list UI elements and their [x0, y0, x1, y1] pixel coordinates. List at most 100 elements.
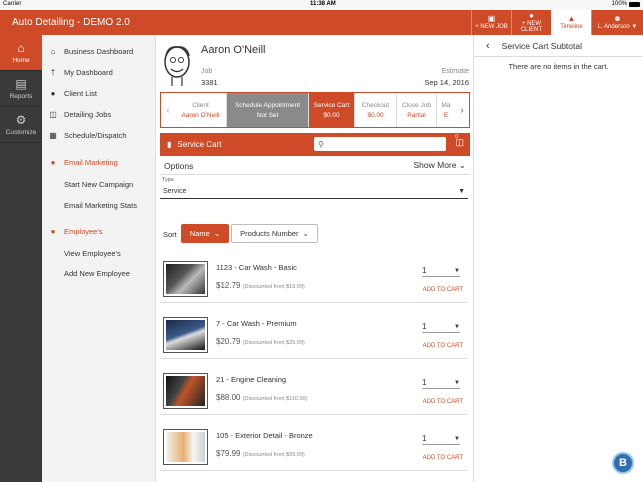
nav-reports[interactable]: ▤ Reports	[0, 71, 42, 107]
product-thumbnail	[163, 373, 208, 409]
empty-cart-message: There are no items in the cart.	[508, 62, 609, 71]
new-job-label: + NEW JOB	[475, 24, 508, 30]
product-price: $79.99 (Discounted from $99.99)	[216, 449, 305, 458]
step-close-job[interactable]: Close Job Partial	[397, 93, 437, 127]
cart-icon[interactable]: ◫	[455, 137, 464, 148]
new-job-button[interactable]: ▣ + NEW JOB	[471, 10, 511, 35]
nav-reports-label: Reports	[9, 92, 33, 100]
menu-view-employees[interactable]: View Employee's	[42, 244, 156, 262]
menu-employees[interactable]: ● Employee's	[42, 222, 156, 240]
briefcase-icon: ▣	[487, 14, 496, 23]
menu-email-stats[interactable]: Email Marketing Stats	[42, 196, 156, 214]
step-value: Not Set	[256, 111, 279, 119]
menu-detailing-jobs[interactable]: ◫ Detailing Jobs	[42, 105, 156, 123]
price-value: $12.79	[216, 281, 241, 290]
product-row: 21 - Engine Cleaning $88.00 (Discounted …	[160, 371, 468, 415]
type-filter-label: Type	[162, 177, 174, 183]
book-icon: ▮	[167, 140, 172, 149]
user-menu-button[interactable]: ☻ L. Anderson ▼	[591, 10, 643, 35]
subtotal-title: Service Cart Subtotal	[501, 40, 582, 51]
add-to-cart-button[interactable]: ADD TO CART	[423, 287, 463, 293]
add-to-cart-button[interactable]: ADD TO CART	[423, 455, 463, 461]
product-thumbnail	[163, 261, 208, 297]
type-filter-select[interactable]: Service ▼	[160, 185, 468, 199]
step-label: Service Cart	[313, 101, 350, 109]
step-client[interactable]: Client Aaron O'Neill	[175, 93, 227, 127]
chevron-left-icon[interactable]: ‹	[161, 93, 175, 127]
menu-business-dashboard[interactable]: ⌂ Business Dashboard	[42, 42, 156, 60]
user-icon: ☻	[613, 14, 622, 23]
avatar	[164, 46, 190, 86]
quantity-select[interactable]: 1 ▼	[422, 377, 460, 389]
step-service-cart[interactable]: Service Cart $0.00	[309, 93, 355, 127]
step-value: Aaron O'Neill	[181, 111, 220, 119]
show-more-toggle[interactable]: Show More ⌄	[414, 160, 467, 171]
new-client-button[interactable]: ● + NEW CLIENT	[511, 10, 551, 35]
menu-new-campaign[interactable]: Start New Campaign	[42, 175, 156, 193]
sort-name-label: Name	[189, 229, 210, 238]
job-label: Job	[201, 68, 213, 75]
primary-nav: ⌂ Home ▤ Reports ⚙ Customize	[0, 35, 42, 482]
menu-label: Employee's	[64, 226, 103, 236]
nav-customize[interactable]: ⚙ Customize	[0, 107, 42, 143]
nav-customize-label: Customize	[5, 128, 37, 136]
dropdown-arrow-icon: ▼	[454, 435, 460, 442]
user-name: L. Anderson	[597, 24, 630, 30]
timeline-button[interactable]: ▲ Timeline	[551, 10, 591, 35]
menu-my-dashboard[interactable]: † My Dashboard	[42, 63, 156, 81]
product-row: 7 - Car Wash - Premium $20.79 (Discounte…	[160, 315, 468, 359]
calendar-icon: ▦	[49, 130, 57, 140]
options-row[interactable]: Options Show More ⌄	[160, 157, 470, 175]
brand-logo-icon[interactable]: B	[612, 452, 634, 474]
menu-email-marketing[interactable]: ● Email Marketing	[42, 153, 156, 171]
add-to-cart-button[interactable]: ADD TO CART	[423, 343, 463, 349]
step-label: Schedule Appointment	[234, 101, 301, 109]
price-value: $79.99	[216, 449, 241, 458]
quantity-select[interactable]: 1 ▼	[422, 265, 460, 277]
step-value: Partial	[407, 111, 426, 119]
sort-by-name-button[interactable]: Name ⌄	[181, 224, 229, 243]
search-icon: ⚲	[318, 139, 324, 149]
header-actions: ▣ + NEW JOB ● + NEW CLIENT ▲ Timeline ☻ …	[471, 10, 643, 35]
menu-label: Business Dashboard	[64, 46, 134, 56]
nav-home[interactable]: ⌂ Home	[0, 35, 42, 71]
options-label: Options	[164, 160, 194, 171]
step-schedule-appointment[interactable]: Schedule Appointment Not Set	[227, 93, 309, 127]
battery-icon	[629, 2, 640, 7]
chevron-down-icon: ⌄	[213, 229, 221, 238]
document-icon: ▤	[15, 76, 27, 91]
add-to-cart-button[interactable]: ADD TO CART	[423, 399, 463, 405]
menu-add-employee[interactable]: Add New Employee	[42, 264, 156, 282]
users-icon: ●	[50, 88, 56, 98]
menu-label: Start New Campaign	[64, 179, 134, 189]
quantity-value: 1	[422, 378, 427, 387]
home-icon: ⌂	[50, 46, 56, 56]
product-thumbnail	[163, 429, 208, 465]
cart-search-input[interactable]: ⚲	[314, 137, 446, 151]
chevron-down-icon: ⌄	[458, 160, 466, 170]
chevron-right-icon[interactable]: ›	[455, 93, 469, 127]
discount-note: (Discounted from $15.99)	[242, 284, 305, 290]
chevron-down-icon: ⌄	[302, 229, 309, 238]
price-value: $88.00	[216, 393, 241, 402]
type-filter-value: Service	[163, 188, 187, 195]
discount-note: (Discounted from $99.99)	[242, 452, 305, 458]
customer-name: Aaron O'Neill	[201, 44, 266, 56]
step-checkout[interactable]: Checkout $0.00	[355, 93, 397, 127]
menu-client-list[interactable]: ● Client List	[42, 84, 156, 102]
step-partial[interactable]: Ma E	[437, 93, 455, 127]
app-title: Auto Detailing - DEMO 2.0	[12, 17, 130, 28]
show-more-label: Show More	[413, 160, 457, 170]
menu-schedule[interactable]: ▦ Schedule/Dispatch	[42, 126, 156, 144]
user-menu-text: L. Anderson ▼	[598, 24, 638, 30]
step-label: Ma	[441, 101, 451, 109]
back-arrow-icon[interactable]: ‹	[486, 40, 490, 52]
product-row: 1123 - Car Wash - Basic $12.79 (Discount…	[160, 259, 468, 303]
quantity-select[interactable]: 1 ▼	[422, 433, 460, 445]
battery-label: 100%	[611, 1, 627, 7]
sort-by-products-number-button[interactable]: Products Number ⌄	[231, 224, 318, 243]
discount-note: (Discounted from $110.00)	[242, 396, 308, 402]
quantity-select[interactable]: 1 ▼	[422, 321, 460, 333]
timeline-label: Timeline	[560, 24, 583, 30]
status-bar: Carrier 11:38 AM 100%	[0, 0, 643, 10]
